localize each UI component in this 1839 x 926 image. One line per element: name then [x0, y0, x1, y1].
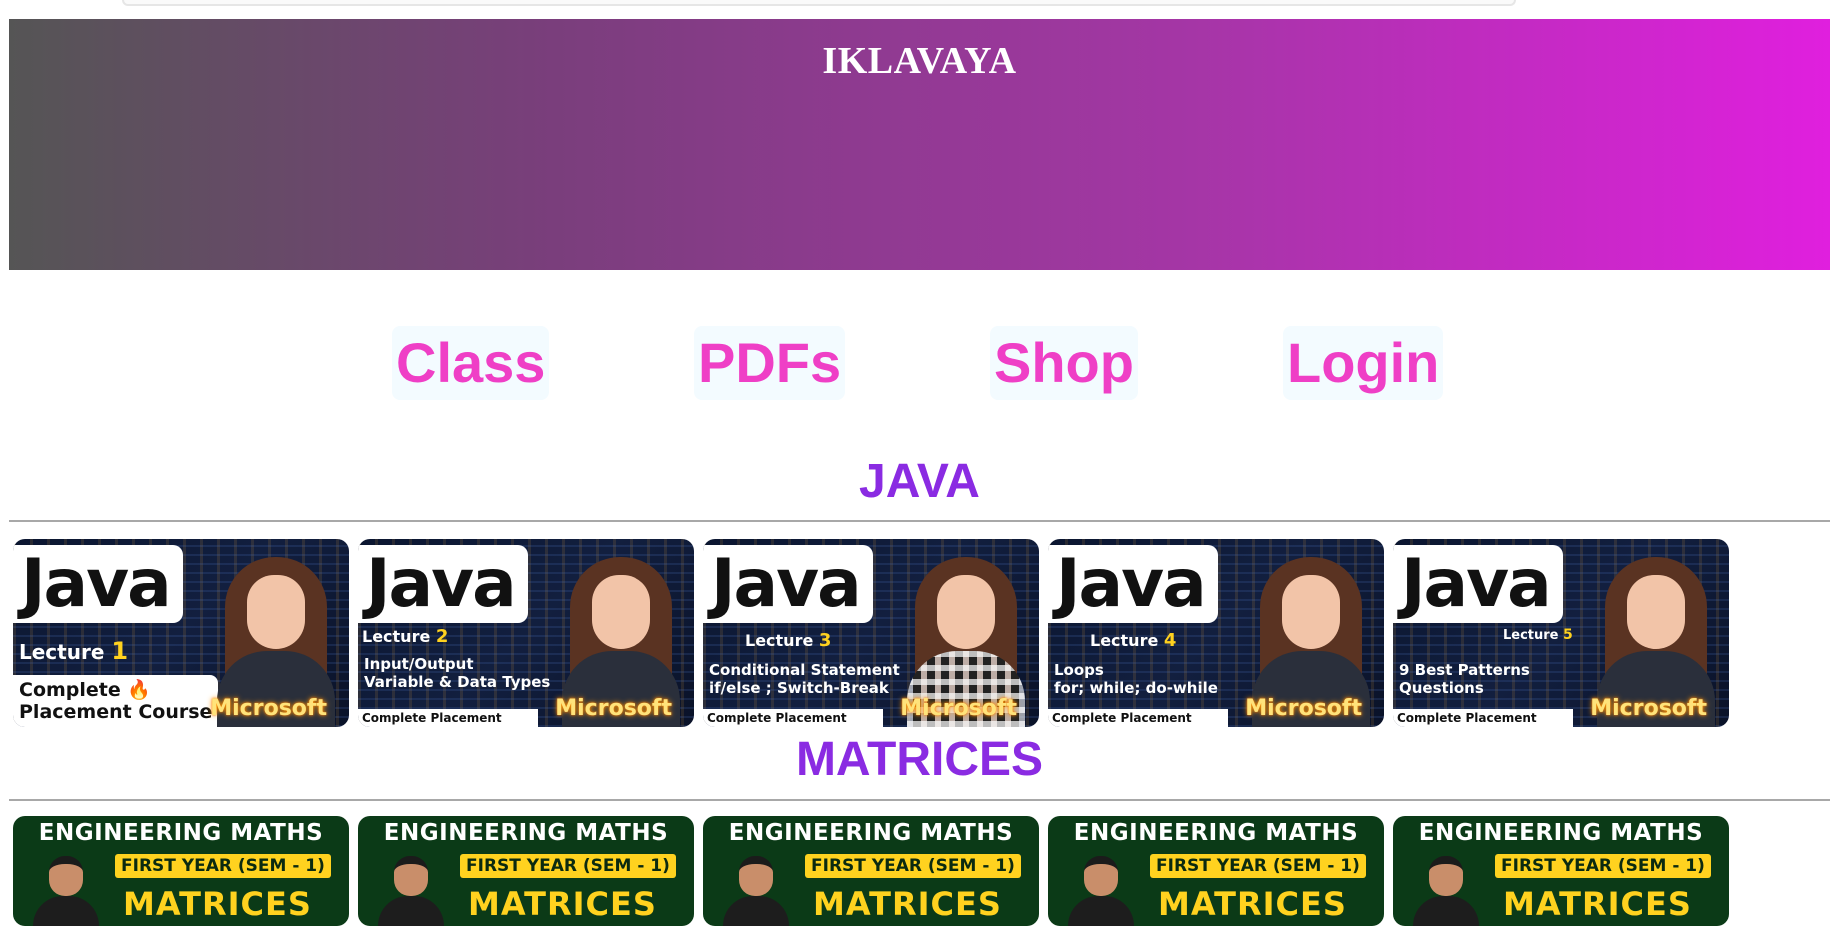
brand-label: Microsoft — [555, 696, 672, 721]
presenter-image — [33, 856, 99, 926]
thumbnail-year: FIRST YEAR (SEM - 1) — [460, 854, 676, 878]
matrices-thumbnail-1[interactable]: ENGINEERING MATHS FIRST YEAR (SEM - 1) M… — [13, 816, 349, 926]
matrices-thumbnail-4[interactable]: ENGINEERING MATHS FIRST YEAR (SEM - 1) M… — [1048, 816, 1384, 926]
topic-line: Placement Course — [19, 701, 213, 723]
lecture-label: Lecture 3 — [745, 629, 831, 653]
lecture-number: 2 — [435, 626, 449, 647]
matrices-thumbnail-3[interactable]: ENGINEERING MATHS FIRST YEAR (SEM - 1) M… — [703, 816, 1039, 926]
thumbnail-heading: ENGINEERING MATHS — [1073, 820, 1359, 846]
java-lecture-2-thumbnail[interactable]: Java Lecture 2 Input/Output Variable & D… — [358, 539, 694, 727]
topic-line: 9 Best Patterns — [1399, 661, 1530, 679]
topic-text: Input/Output Variable & Data Types — [364, 655, 564, 691]
thumbnail-year: FIRST YEAR (SEM - 1) — [805, 854, 1021, 878]
java-word-badge: Java — [1393, 545, 1563, 623]
matrices-thumbnail-5[interactable]: ENGINEERING MATHS FIRST YEAR (SEM - 1) M… — [1393, 816, 1729, 926]
lecture-label: Lecture 2 — [362, 625, 448, 649]
lecture-label: Lecture 4 — [1090, 629, 1176, 653]
section-divider — [9, 520, 1830, 522]
browser-bar-edge — [122, 0, 1516, 6]
java-word: Java — [1056, 545, 1207, 622]
topic-line: Input/Output — [364, 655, 474, 673]
main-nav: Class PDFs Shop Login — [0, 326, 1839, 400]
topic-line: Loops — [1054, 661, 1104, 679]
lecture-label: Lecture 5 — [1503, 623, 1573, 648]
lecture-text: Lecture — [1503, 628, 1559, 643]
topic-line: Conditional Statement — [709, 661, 900, 679]
course-footer: Complete Placement Course — [703, 709, 883, 727]
lecture-text: Lecture — [1090, 631, 1159, 650]
thumbnail-heading: ENGINEERING MATHS — [383, 820, 669, 846]
lecture-text: Lecture — [362, 627, 431, 646]
presenter-image — [723, 856, 789, 926]
thumbnail-heading: ENGINEERING MATHS — [728, 820, 1014, 846]
java-lecture-3-thumbnail[interactable]: Java Lecture 3 Conditional Statement if/… — [703, 539, 1039, 727]
java-word-badge: Java — [13, 545, 183, 623]
nav-link-pdfs[interactable]: PDFs — [694, 326, 846, 400]
java-word: Java — [366, 545, 517, 622]
nav-link-login[interactable]: Login — [1283, 326, 1444, 400]
thumbnail-heading: ENGINEERING MATHS — [1418, 820, 1704, 846]
nav-link-shop[interactable]: Shop — [990, 326, 1138, 400]
brand-label: Microsoft — [900, 696, 1017, 721]
java-word: Java — [711, 545, 862, 622]
brand-label: Microsoft — [1245, 696, 1362, 721]
java-lecture-5-thumbnail[interactable]: Java Lecture 5 9 Best Patterns Questions… — [1393, 539, 1729, 727]
section-title-matrices: MATRICES — [795, 733, 1044, 786]
java-word-badge: Java — [703, 545, 873, 623]
java-word-badge: Java — [358, 545, 528, 623]
topic-line: if/else ; Switch-Break — [709, 679, 889, 697]
thumbnail-year: FIRST YEAR (SEM - 1) — [1150, 854, 1366, 878]
java-word: Java — [21, 545, 172, 622]
nav-link-class[interactable]: Class — [392, 326, 550, 400]
site-title: IKLAVAYA — [822, 40, 1017, 82]
topic-text: 9 Best Patterns Questions — [1399, 661, 1599, 697]
thumbnail-subject: MATRICES — [468, 885, 657, 923]
lecture-number: 5 — [1563, 627, 1573, 643]
lecture-text: Lecture — [19, 640, 105, 664]
topic-line: Questions — [1399, 679, 1484, 697]
thumbnail-subject: MATRICES — [813, 885, 1002, 923]
lecture-text: Lecture — [745, 631, 814, 650]
java-word-badge: Java — [1048, 545, 1218, 623]
lecture-number: 1 — [111, 637, 129, 665]
java-word: Java — [1401, 545, 1552, 622]
topic-box: Complete 🔥 Placement Course — [13, 675, 219, 727]
thumbnail-year: FIRST YEAR (SEM - 1) — [115, 854, 331, 878]
matrices-thumbnail-2[interactable]: ENGINEERING MATHS FIRST YEAR (SEM - 1) M… — [358, 816, 694, 926]
presenter-image — [1413, 856, 1479, 926]
topic-line: for; while; do-while — [1054, 679, 1218, 697]
thumbnail-subject: MATRICES — [123, 885, 312, 923]
hero-banner: IKLAVAYA — [9, 19, 1830, 270]
course-footer: Complete Placement Course — [358, 709, 538, 727]
brand-label: Microsoft — [1590, 696, 1707, 721]
thumbnail-year: FIRST YEAR (SEM - 1) — [1495, 854, 1711, 878]
course-footer: Complete Placement Course — [1048, 709, 1228, 727]
thumbnail-heading: ENGINEERING MATHS — [38, 820, 324, 846]
thumbnail-subject: MATRICES — [1503, 885, 1692, 923]
topic-line: Complete 🔥 — [19, 679, 152, 701]
topic-text: Loops for; while; do-while — [1054, 661, 1254, 697]
java-lecture-1-thumbnail[interactable]: Java Lecture 1 Complete 🔥 Placement Cour… — [13, 539, 349, 727]
topic-line: Variable & Data Types — [364, 673, 551, 691]
lecture-number: 3 — [818, 630, 832, 651]
thumbnail-subject: MATRICES — [1158, 885, 1347, 923]
presenter-image — [378, 856, 444, 926]
lecture-label: Lecture 1 — [19, 639, 128, 664]
course-footer: Complete Placement Course — [1393, 709, 1573, 727]
presenter-image — [1068, 856, 1134, 926]
section-divider — [9, 799, 1830, 801]
topic-text: Conditional Statement if/else ; Switch-B… — [709, 661, 909, 697]
brand-label: Microsoft — [210, 696, 327, 721]
java-lecture-4-thumbnail[interactable]: Java Lecture 4 Loops for; while; do-whil… — [1048, 539, 1384, 727]
lecture-number: 4 — [1163, 630, 1177, 651]
section-title-java: JAVA — [859, 455, 980, 508]
